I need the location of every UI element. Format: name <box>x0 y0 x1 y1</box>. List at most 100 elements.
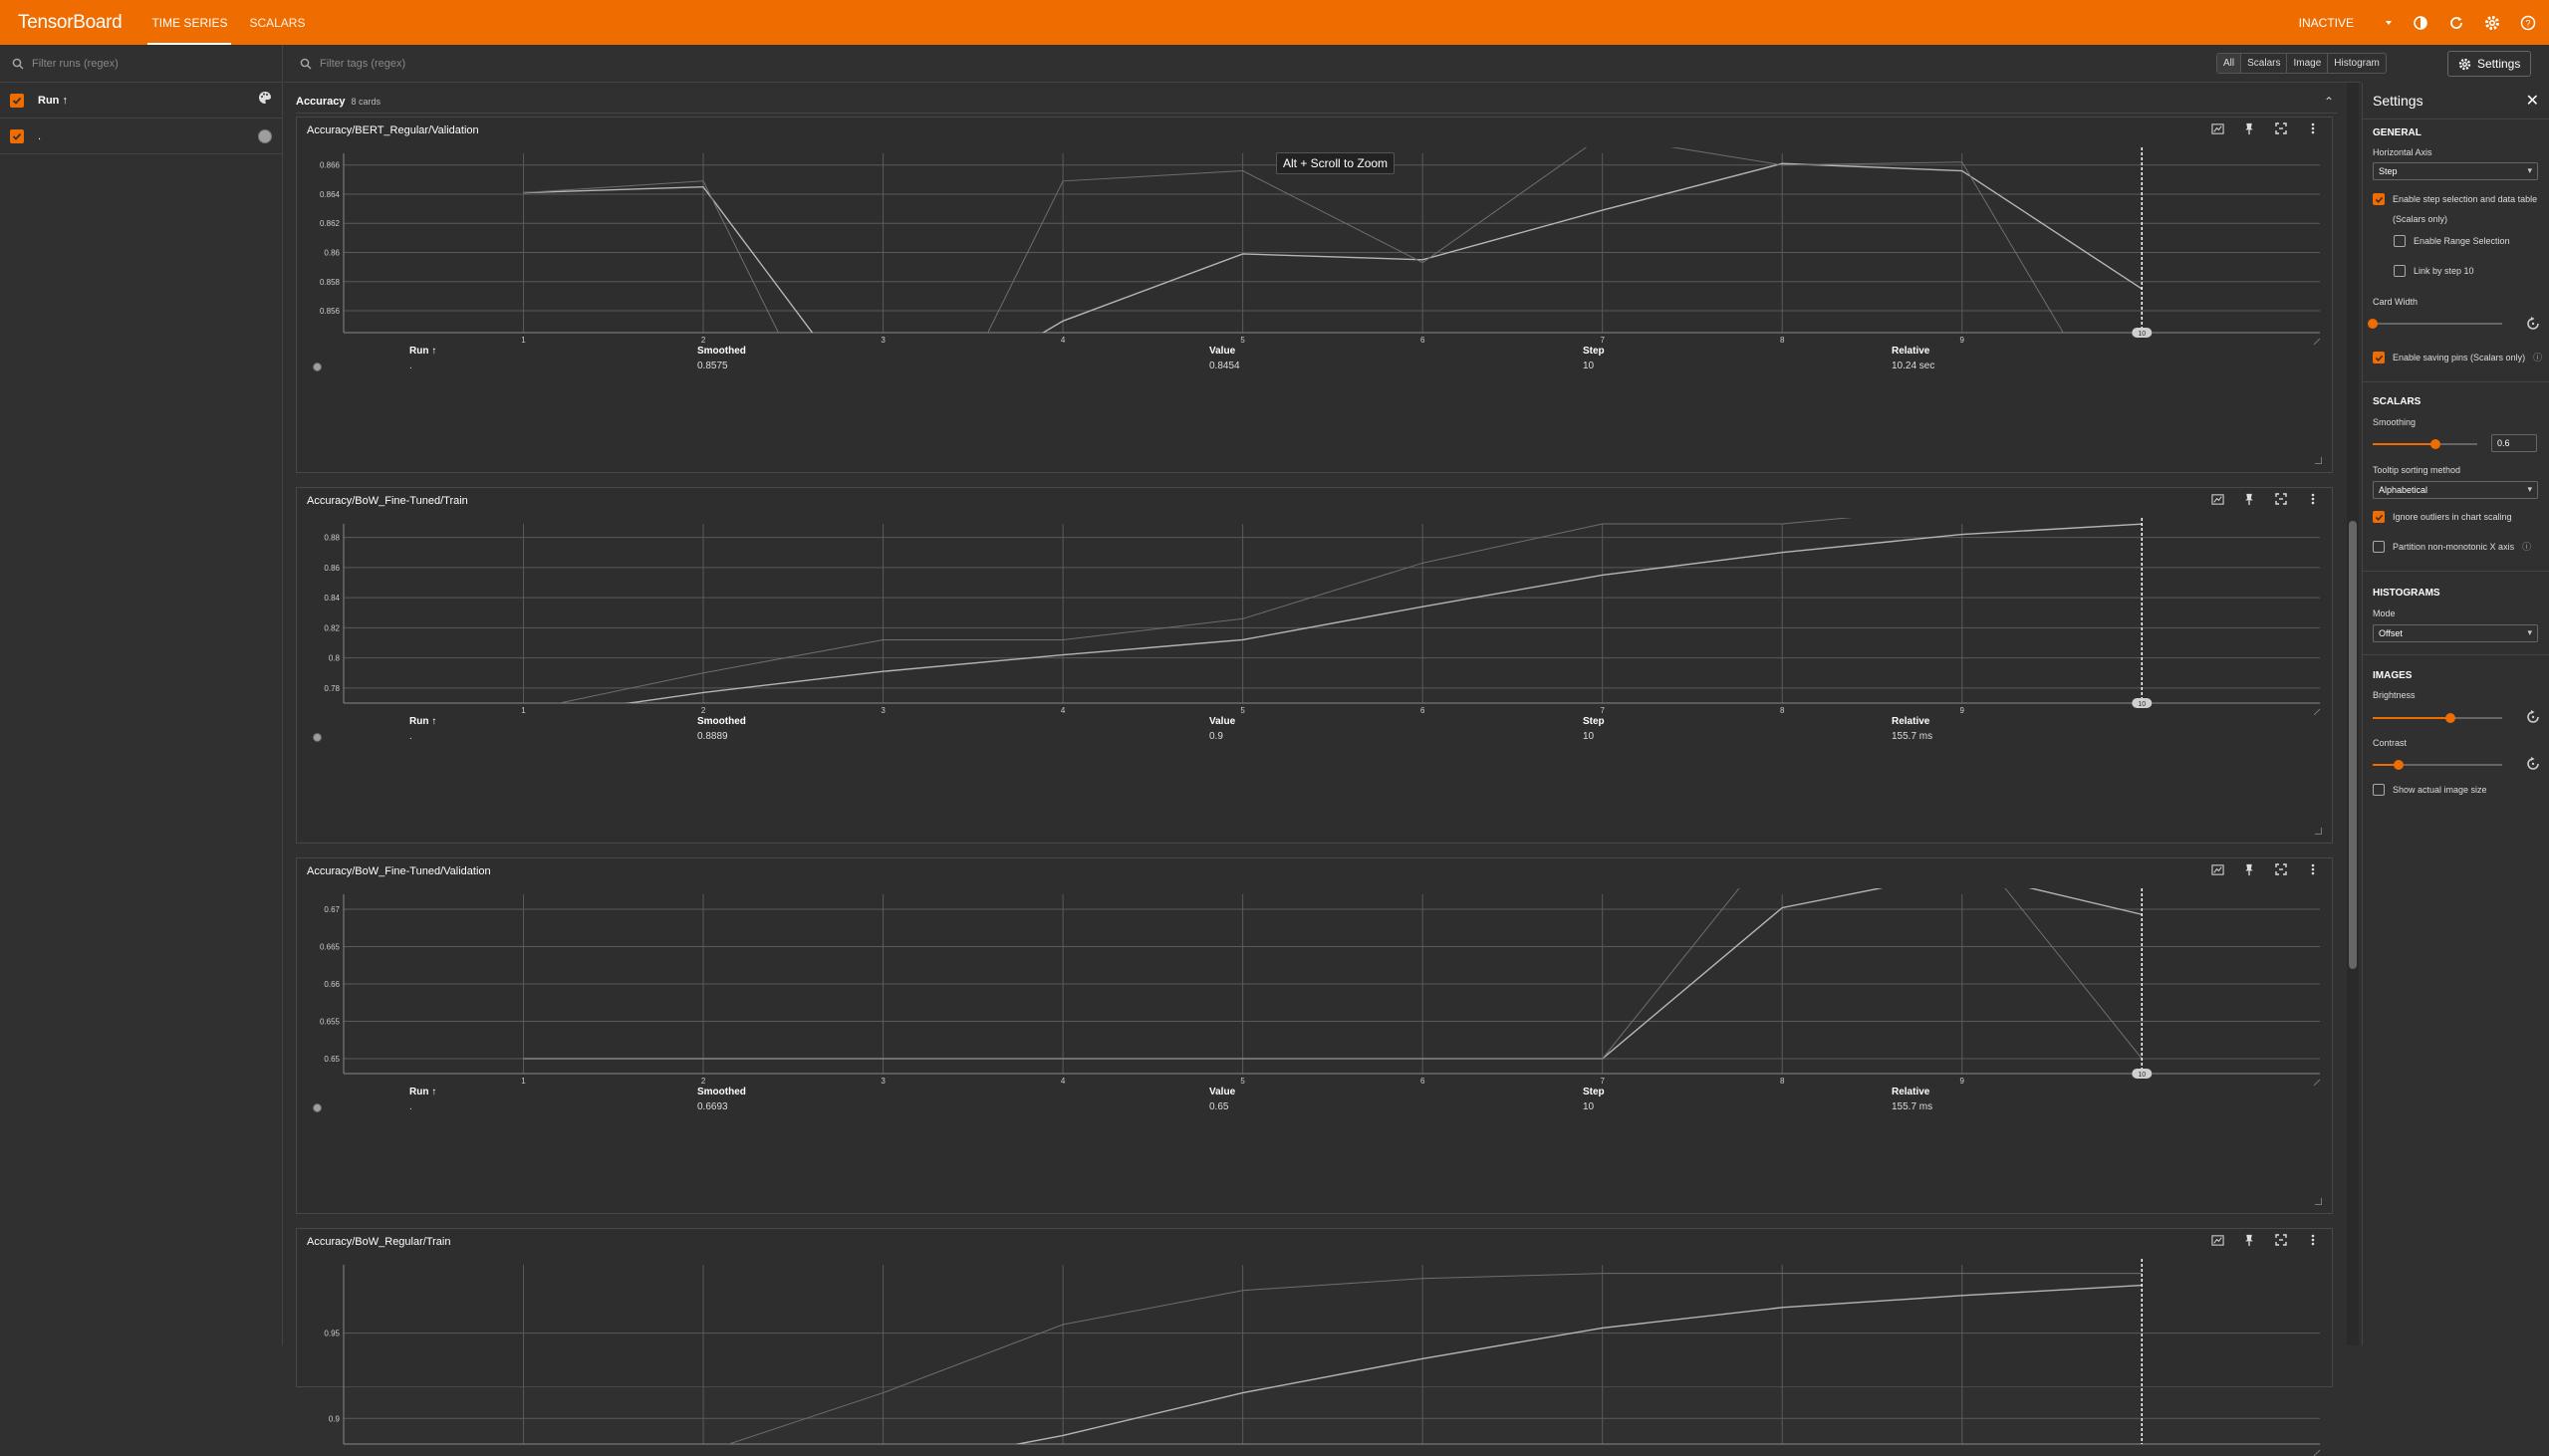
card-resize-handle[interactable] <box>2315 828 2322 835</box>
tags-filter-input[interactable] <box>320 57 718 70</box>
pin-icon[interactable] <box>2242 121 2256 135</box>
info-icon[interactable]: ⓘ <box>2533 348 2542 367</box>
fullscreen-icon[interactable] <box>2274 1233 2288 1247</box>
divider <box>2363 654 2549 655</box>
horizontal-axis-select[interactable]: Step <box>2373 162 2538 180</box>
more-vert-icon[interactable] <box>2306 121 2320 135</box>
pin-icon[interactable] <box>2242 862 2256 876</box>
reset-icon[interactable] <box>2525 316 2541 332</box>
chevron-up-icon[interactable]: ⌃ <box>2324 95 2334 109</box>
reset-icon[interactable] <box>2525 756 2541 772</box>
run-header[interactable]: Run ↑ <box>409 346 436 357</box>
slider-fill <box>2373 443 2435 445</box>
card-group-header[interactable]: Accuracy 8 cards ⌃ <box>296 90 2338 114</box>
range-selection-checkbox[interactable] <box>2394 235 2406 247</box>
card-resize-handle[interactable] <box>2315 1198 2322 1205</box>
more-vert-icon[interactable] <box>2306 862 2320 876</box>
fit-to-data-icon[interactable] <box>2210 1233 2224 1247</box>
step-cell: 10 <box>1583 731 1595 742</box>
run-cell: . <box>409 1101 412 1112</box>
contrast-slider[interactable] <box>2373 760 2502 770</box>
saving-pins-checkbox[interactable] <box>2373 352 2385 364</box>
pin-icon[interactable] <box>2242 1233 2256 1247</box>
slider-knob[interactable] <box>2368 319 2378 329</box>
run-checkbox[interactable] <box>10 128 24 143</box>
card-width-slider[interactable] <box>2368 319 2502 329</box>
saving-pins-label: Enable saving pins (Scalars only) <box>2393 353 2526 363</box>
actual-size-checkbox[interactable] <box>2373 784 2385 796</box>
mode-label: Mode <box>2373 608 2396 618</box>
fit-to-data-icon[interactable] <box>2210 121 2224 135</box>
tooltip-sort-select[interactable]: Alphabetical <box>2373 481 2538 499</box>
tab-time-series[interactable]: TIME SERIES <box>147 0 232 45</box>
scrollbar-thumb[interactable] <box>2349 521 2357 969</box>
help-icon[interactable]: ? <box>2519 14 2537 32</box>
y-tick-label: 0.86 <box>324 564 340 573</box>
plugin-dropdown[interactable]: INACTIVE <box>2299 16 2394 30</box>
fullscreen-icon[interactable] <box>2274 862 2288 876</box>
x-tick-label: 7 <box>1600 1077 1605 1086</box>
smoothing-slider[interactable] <box>2373 439 2477 449</box>
line-chart[interactable]: 0.78 0.8 0.82 0.84 0.86 0.88 1 2 3 4 5 6 7 8 9 10 <box>307 516 2329 715</box>
group-count: 8 cards <box>351 96 382 107</box>
value-cell: 0.9 <box>1209 731 1223 742</box>
fullscreen-icon[interactable] <box>2274 121 2288 135</box>
run-header[interactable]: Run ↑ <box>409 1087 436 1097</box>
x-tick-label: 1 <box>521 1077 526 1086</box>
ignore-outliers-checkbox[interactable] <box>2373 511 2385 523</box>
tab-scalars[interactable]: SCALARS <box>249 0 305 45</box>
settings-button[interactable]: Settings <box>2447 51 2532 77</box>
palette-icon[interactable] <box>258 91 272 110</box>
line-chart[interactable]: 0.9 0.95 <box>307 1257 2329 1456</box>
pin-icon[interactable] <box>2242 492 2256 506</box>
app-title[interactable]: TensorBoard <box>18 12 123 34</box>
slider-knob[interactable] <box>2445 713 2455 723</box>
slider-knob[interactable] <box>2430 439 2440 449</box>
filter-image-button[interactable]: Image <box>2287 54 2329 73</box>
settings-title: Settings <box>2373 93 2423 109</box>
chart-resize-handle[interactable] <box>2313 1449 2321 1456</box>
theme-toggle-icon[interactable] <box>2412 14 2429 32</box>
card-resize-handle[interactable] <box>2315 457 2322 464</box>
chart-resize-handle[interactable] <box>2313 1079 2321 1086</box>
run-color-swatch[interactable] <box>258 128 272 143</box>
gear-icon[interactable] <box>2483 14 2501 32</box>
reset-icon[interactable] <box>2525 709 2541 725</box>
main-scrollbar[interactable] <box>2347 83 2359 1345</box>
chart-resize-handle[interactable] <box>2313 708 2321 715</box>
fit-to-data-icon[interactable] <box>2210 492 2224 506</box>
step-header: Step <box>1583 716 1605 727</box>
runs-filter-input[interactable] <box>32 57 251 70</box>
more-vert-icon[interactable] <box>2306 1233 2320 1247</box>
brightness-slider[interactable] <box>2373 713 2502 723</box>
contrast-label: Contrast <box>2373 738 2408 748</box>
info-icon[interactable]: ⓘ <box>2522 537 2531 557</box>
refresh-icon[interactable] <box>2447 14 2465 32</box>
more-vert-icon[interactable] <box>2306 492 2320 506</box>
histogram-mode-select[interactable]: Offset <box>2373 624 2538 642</box>
close-icon[interactable]: ✕ <box>2526 91 2539 111</box>
run-cell: . <box>409 731 412 742</box>
line-chart[interactable]: 0.856 0.858 0.86 0.862 0.864 0.866 1 2 3 4 5 6 7 8 9 10 <box>307 145 2329 345</box>
step-marker-label: 10 <box>2138 1072 2146 1079</box>
smoothing-input[interactable]: 0.6 <box>2491 434 2537 452</box>
partition-checkbox[interactable] <box>2373 541 2385 553</box>
card-toolbar <box>2210 862 2320 876</box>
filter-histogram-button[interactable]: Histogram <box>2328 54 2386 73</box>
link-by-step-checkbox[interactable] <box>2394 265 2406 277</box>
line-chart[interactable]: 0.65 0.655 0.66 0.665 0.67 1 2 3 4 5 6 7 8 9 10 <box>307 886 2329 1086</box>
step-selection-checkbox[interactable] <box>2373 193 2385 205</box>
run-row[interactable]: . <box>0 119 282 154</box>
filter-all-button[interactable]: All <box>2217 54 2242 73</box>
run-header[interactable]: Run ↑ <box>409 716 436 727</box>
slider-knob[interactable] <box>2394 760 2404 770</box>
fullscreen-icon[interactable] <box>2274 492 2288 506</box>
run-column-header[interactable]: Run ↑ <box>38 95 68 107</box>
fit-to-data-icon[interactable] <box>2210 862 2224 876</box>
x-tick-label: 8 <box>1780 336 1785 345</box>
select-all-checkbox[interactable] <box>10 93 24 108</box>
smoothed-series-line <box>624 523 2143 703</box>
y-tick-label: 0.866 <box>320 161 341 170</box>
chart-resize-handle[interactable] <box>2313 338 2321 345</box>
filter-scalars-button[interactable]: Scalars <box>2241 54 2288 73</box>
